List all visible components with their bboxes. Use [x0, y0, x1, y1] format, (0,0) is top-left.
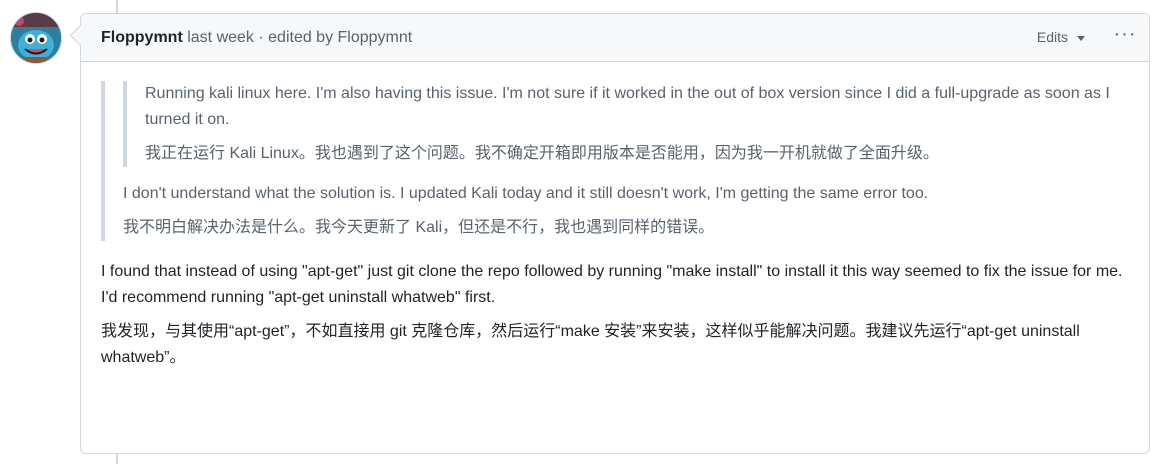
edited-by-user[interactable]: Floppymnt	[338, 29, 413, 46]
avatar[interactable]	[10, 12, 62, 64]
comment-header: Floppymnt last week · edited by Floppymn…	[81, 14, 1149, 62]
nested-quote-english: Running kali linux here. I'm also having…	[145, 85, 1110, 128]
meta-separator: ·	[253, 29, 269, 46]
edits-dropdown-button[interactable]: Edits	[1037, 14, 1085, 61]
page: Floppymnt last week · edited by Floppymn…	[0, 0, 1158, 464]
blockquote-nested: Running kali linux here. I'm also having…	[123, 81, 1129, 167]
quote-chinese: 我不明白解决办法是什么。我今天更新了 Kali，但还是不行，我也遇到同样的错误。	[123, 219, 715, 236]
quote-english: I don't understand what the solution is.…	[123, 185, 929, 202]
avatar-image	[11, 13, 61, 63]
comment-author[interactable]: Floppymnt	[101, 29, 183, 46]
edited-by-label: edited by	[268, 29, 334, 46]
chevron-down-icon	[1077, 35, 1085, 41]
comment-body: Running kali linux here. I'm also having…	[81, 62, 1149, 371]
body-chinese: 我发现，与其使用“apt-get”，不如直接用 git 克隆仓库，然后运行“ma…	[101, 323, 1080, 366]
body-english: I found that instead of using "apt-get" …	[101, 263, 1123, 306]
comment-time[interactable]: last week	[187, 29, 254, 46]
more-options-icon[interactable]: ···	[1111, 14, 1139, 61]
blockquote-outer: Running kali linux here. I'm also having…	[101, 81, 1129, 241]
edits-label: Edits	[1036, 29, 1068, 45]
nested-quote-chinese: 我正在运行 Kali Linux。我也遇到了这个问题。我不确定开箱即用版本是否能…	[145, 145, 939, 162]
comment: Floppymnt last week · edited by Floppymn…	[69, 13, 1150, 454]
